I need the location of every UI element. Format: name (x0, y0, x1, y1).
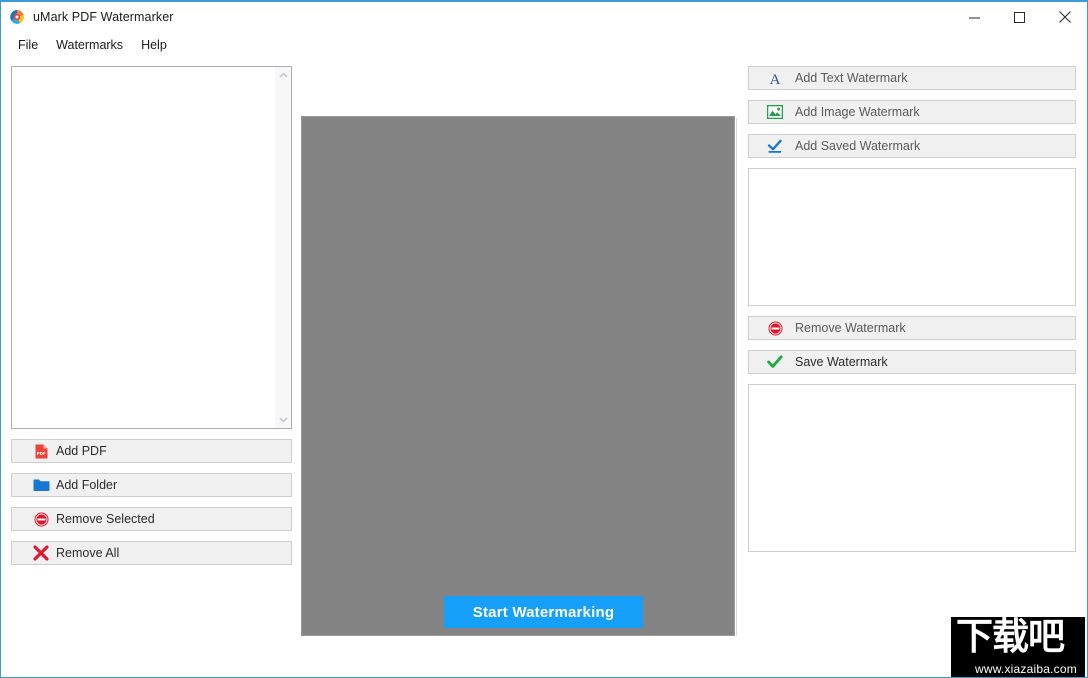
remove-watermark-button[interactable]: Remove Watermark (748, 316, 1076, 340)
add-saved-watermark-label: Add Saved Watermark (795, 139, 921, 153)
remove-all-button[interactable]: Remove All (11, 541, 292, 565)
footer: Start Watermarking 下载吧 www.xiazaiba.com (1, 581, 1087, 677)
main-body: PDF Add PDF Add Folder Remove Selected R… (1, 58, 1087, 677)
watermark-properties-panel[interactable] (748, 384, 1076, 552)
check-icon (763, 355, 787, 369)
watermark-preview-canvas[interactable] (301, 116, 735, 636)
panel-divider (736, 118, 737, 636)
window-title: uMark PDF Watermarker (33, 10, 174, 24)
cross-x-icon (28, 545, 54, 561)
add-pdf-button[interactable]: PDF Add PDF (11, 439, 292, 463)
pdf-file-list-content[interactable] (12, 67, 274, 428)
chevron-up-icon[interactable] (275, 67, 291, 84)
pdf-file-list[interactable] (11, 66, 292, 429)
title-bar: uMark PDF Watermarker (1, 2, 1087, 32)
remove-all-label: Remove All (56, 546, 120, 560)
svg-text:A: A (770, 72, 781, 86)
app-window: uMark PDF Watermarker File Watermarks He… (0, 0, 1088, 678)
window-controls (952, 2, 1087, 32)
close-icon[interactable] (1042, 2, 1087, 32)
remove-selected-button[interactable]: Remove Selected (11, 507, 292, 531)
minus-circle-icon (28, 512, 54, 527)
save-watermark-label: Save Watermark (795, 355, 888, 369)
site-watermark-url: www.xiazaiba.com (975, 662, 1077, 676)
add-saved-watermark-button[interactable]: Add Saved Watermark (748, 134, 1076, 158)
check-underline-icon (763, 139, 787, 154)
site-watermark-brand: 下载吧 (956, 617, 1065, 658)
add-pdf-label: Add PDF (56, 444, 107, 458)
save-watermark-button[interactable]: Save Watermark (748, 350, 1076, 374)
chevron-down-icon[interactable] (275, 411, 291, 428)
start-watermarking-button[interactable]: Start Watermarking (444, 596, 643, 628)
menu-bar: File Watermarks Help (1, 32, 1087, 58)
menu-item-help[interactable]: Help (132, 35, 176, 55)
umark-logo-icon (9, 9, 25, 25)
minimize-icon[interactable] (952, 2, 997, 32)
remove-selected-label: Remove Selected (56, 512, 155, 526)
add-folder-button[interactable]: Add Folder (11, 473, 292, 497)
watermark-list[interactable] (748, 168, 1076, 306)
site-watermark-badge: 下载吧 www.xiazaiba.com (951, 617, 1085, 677)
minus-circle-icon (763, 321, 787, 336)
menu-item-file[interactable]: File (9, 35, 47, 55)
add-image-watermark-button[interactable]: Add Image Watermark (748, 100, 1076, 124)
add-image-watermark-label: Add Image Watermark (795, 105, 920, 119)
add-folder-label: Add Folder (56, 478, 118, 492)
pdf-file-icon: PDF (28, 444, 54, 459)
left-panel-buttons: PDF Add PDF Add Folder Remove Selected R… (11, 439, 292, 575)
scroll-track[interactable] (275, 84, 291, 411)
folder-icon (28, 478, 54, 492)
left-panel: PDF Add PDF Add Folder Remove Selected R… (11, 66, 292, 626)
right-panel: A Add Text Watermark Add Image Watermark (748, 66, 1076, 552)
menu-item-watermarks[interactable]: Watermarks (47, 35, 132, 55)
letter-a-icon: A (763, 71, 787, 86)
maximize-icon[interactable] (997, 2, 1042, 32)
remove-watermark-label: Remove Watermark (795, 321, 906, 335)
pdf-file-list-scrollbar[interactable] (274, 67, 291, 428)
add-text-watermark-label: Add Text Watermark (795, 71, 908, 85)
svg-text:PDF: PDF (36, 451, 45, 456)
picture-icon (763, 105, 787, 119)
add-text-watermark-button[interactable]: A Add Text Watermark (748, 66, 1076, 90)
